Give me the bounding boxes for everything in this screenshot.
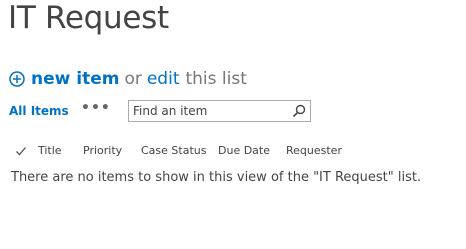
more-views-ellipsis[interactable]: ••• <box>81 100 111 116</box>
list-actions: new item or edit this list <box>9 67 247 91</box>
column-header-title[interactable]: Title <box>38 144 62 157</box>
column-header-priority[interactable]: Priority <box>83 144 122 157</box>
new-item-link[interactable]: new item <box>31 69 119 89</box>
column-header-due-date[interactable]: Due Date <box>218 144 270 157</box>
search-input[interactable] <box>133 101 283 121</box>
view-bar: All Items ••• <box>9 100 429 124</box>
view-all-items[interactable]: All Items <box>9 104 69 118</box>
search-icon[interactable] <box>292 104 306 118</box>
or-text: or <box>124 69 142 89</box>
this-list-text: this list <box>185 69 247 89</box>
empty-list-message: There are no items to show in this view … <box>11 170 422 185</box>
checkmark-icon[interactable] <box>15 145 27 157</box>
column-header-requester[interactable]: Requester <box>286 144 342 157</box>
search-box <box>128 100 311 122</box>
page-title: IT Request <box>8 0 169 36</box>
edit-list-link[interactable]: edit <box>147 69 180 89</box>
add-circle-icon[interactable] <box>9 71 25 87</box>
column-header-case-status[interactable]: Case Status <box>141 144 206 157</box>
list-header-row: Title Priority Case Status Due Date Requ… <box>15 143 435 159</box>
